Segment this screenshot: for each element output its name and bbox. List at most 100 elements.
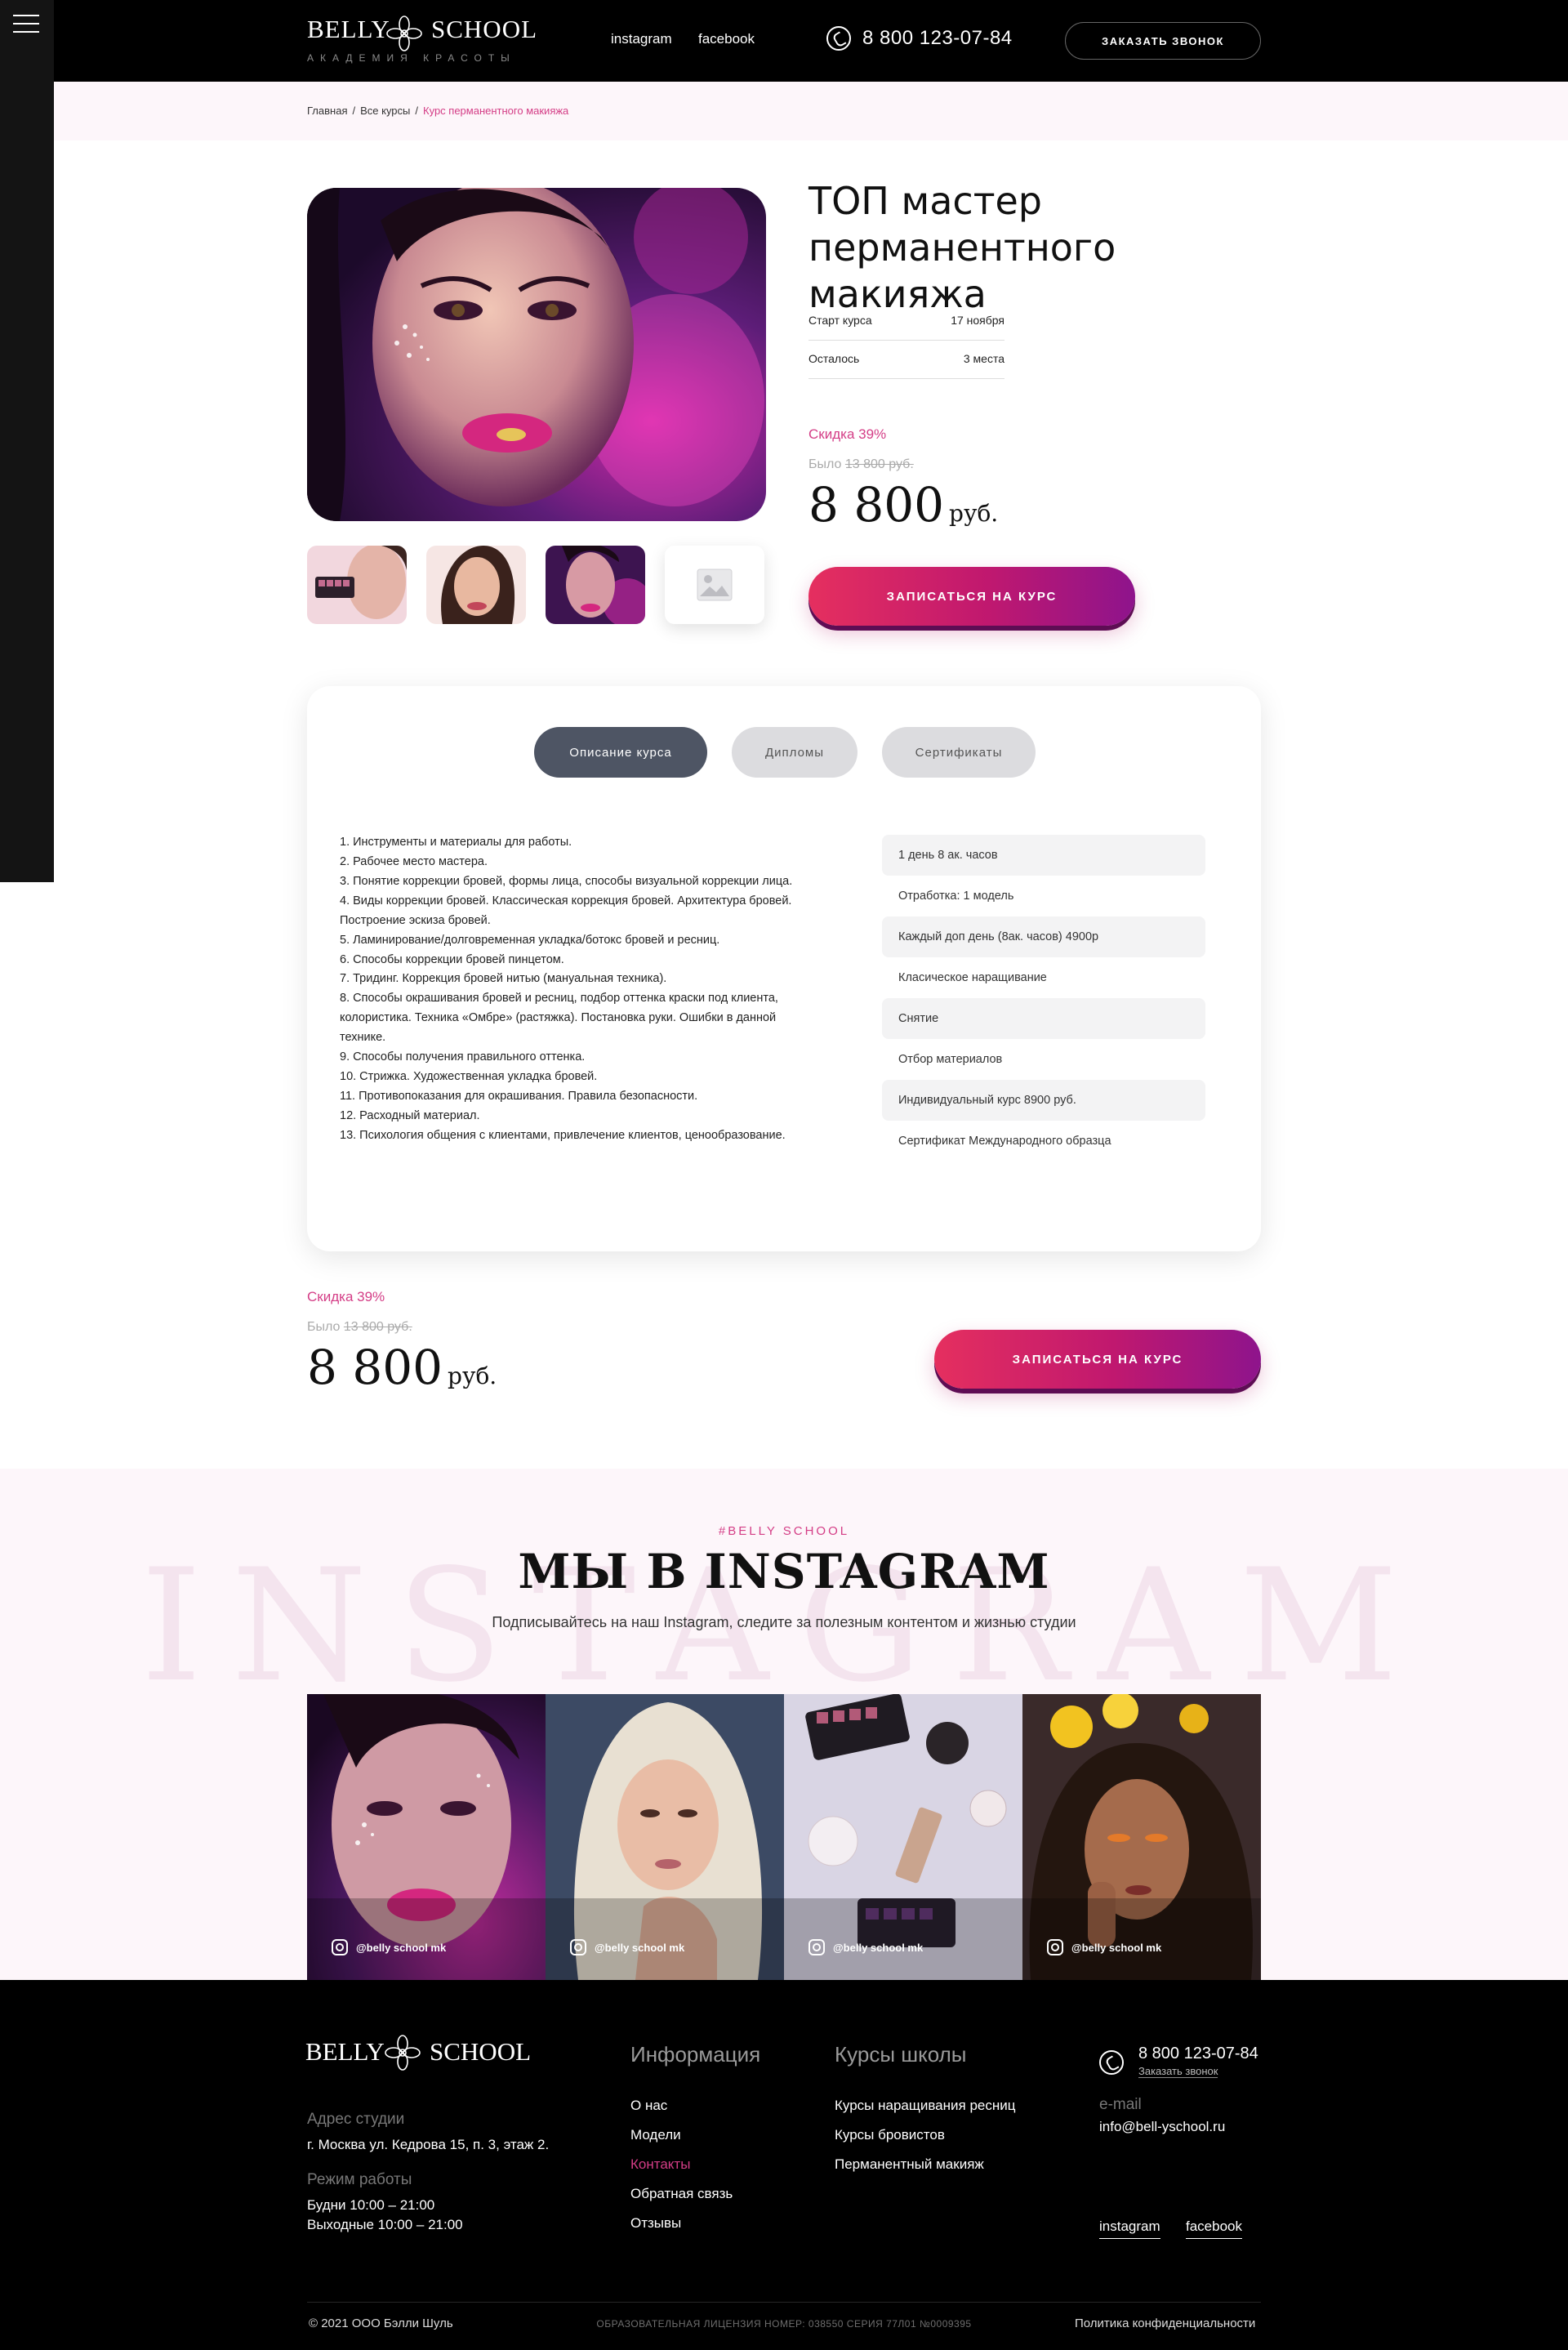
logo[interactable]: BELLY SCHOOL АКАДЕМИЯ КРАСОТЫ	[307, 15, 544, 67]
footer-link-reviews[interactable]: Отзывы	[630, 2215, 681, 2232]
hours-label: Режим работы	[307, 2171, 412, 2188]
enroll-button[interactable]: ЗАПИСАТЬСЯ НА КУРС	[808, 567, 1135, 626]
price-value: 8 800	[307, 1340, 443, 1395]
tab-certificates[interactable]: Сертификаты	[882, 727, 1036, 778]
tab-description[interactable]: Описание курса	[534, 727, 707, 778]
discount-label: Скидка 39%	[307, 1289, 385, 1304]
logo-subtitle: АКАДЕМИЯ КРАСОТЫ	[307, 52, 516, 64]
instagram-handle: @belly school mk	[356, 1941, 447, 1954]
instagram-icon	[808, 1939, 825, 1955]
price-block: Скидка 39% Было 13 800 руб. 8 800 руб.	[808, 426, 998, 533]
logo-flower-icon	[385, 2035, 421, 2071]
old-price-label: Было	[808, 457, 842, 471]
feature-row: Отбор материалов	[898, 1053, 1003, 1066]
breadcrumb-home[interactable]: Главная	[307, 105, 347, 117]
description-item: 2. Рабочее место мастера.	[340, 854, 488, 868]
breadcrumb-current: Курс перманентного макияжа	[423, 105, 569, 117]
breadcrumb-bar	[0, 82, 1568, 140]
course-features-list: 1 день 8 ак. часов Отработка: 1 модель К…	[882, 835, 1205, 1162]
instagram-subtitle: Подписывайтесь на наш Instagram, следите…	[492, 1614, 1076, 1630]
footer-link-brow-courses[interactable]: Курсы бровистов	[835, 2127, 945, 2143]
instagram-post[interactable]: @belly school mk	[546, 1694, 784, 1980]
current-price: 8 800 руб.	[307, 1340, 497, 1395]
footer-email[interactable]: info@bell-yschool.ru	[1099, 2119, 1225, 2135]
email-label: e-mail	[1099, 2096, 1142, 2113]
old-price-label: Было	[307, 1320, 341, 1334]
tab-diplomas[interactable]: Дипломы	[732, 727, 858, 778]
phone-icon	[1099, 2050, 1124, 2075]
instagram-post[interactable]: @belly school mk	[307, 1694, 546, 1980]
site-footer	[0, 1980, 1568, 2350]
instagram-icon	[1047, 1939, 1063, 1955]
feature-row: Сертификат Международного образца	[898, 1135, 1111, 1148]
order-call-button[interactable]: ЗАКАЗАТЬ ЗВОНОК	[1065, 22, 1261, 60]
seats-left-row: Осталось 3 места	[808, 341, 1004, 379]
price-value: 8 800	[808, 477, 945, 533]
footer-logo-word-left: BELLY	[305, 2037, 385, 2066]
footer-courses-heading: Курсы школы	[835, 2042, 967, 2067]
course-start-row: Старт курса 17 ноября	[808, 302, 1004, 341]
footer-link-contacts[interactable]: Контакты	[630, 2156, 690, 2173]
instagram-post[interactable]: @belly school mk	[784, 1694, 1022, 1980]
hours-weekends: Выходные 10:00 – 21:00	[307, 2217, 463, 2232]
instagram-title: МЫ В INSTAGRAM	[518, 1544, 1050, 1599]
description-item: 13. Психология общения с клиентами, прив…	[340, 1128, 786, 1142]
feature-row: Отработка: 1 модель	[898, 890, 1014, 903]
course-info-table: Старт курса 17 ноября Осталось 3 места	[808, 302, 1004, 379]
description-item: 12. Расходный материал.	[340, 1108, 480, 1122]
description-item: 6. Способы коррекции бровей пинцетом.	[340, 952, 564, 966]
footer-order-call-link[interactable]: Заказать звонок	[1138, 2065, 1218, 2078]
description-item: 11. Противопоказания для окрашивания. Пр…	[340, 1089, 698, 1103]
course-description: 1. Инструменты и материалы для работы. 2…	[340, 833, 813, 1146]
course-details-card: Описание курса Дипломы Сертификаты 1. Ин…	[307, 686, 1261, 1251]
footer-instagram-link[interactable]: instagram	[1099, 2218, 1160, 2239]
privacy-policy-link[interactable]: Политика конфиденциальности	[1075, 2317, 1255, 2330]
breadcrumb-courses[interactable]: Все курсы	[360, 105, 410, 117]
breadcrumb: Главная / Все курсы / Курс перманентного…	[307, 105, 568, 117]
instagram-handle: @belly school mk	[1071, 1941, 1162, 1954]
site-header: BELLY SCHOOL АКАДЕМИЯ КРАСОТЫ instagram …	[0, 0, 1568, 82]
phone-icon	[826, 26, 851, 51]
footer-link-models[interactable]: Модели	[630, 2127, 681, 2143]
description-item: 8. Способы окрашивания бровей и ресниц, …	[340, 992, 778, 1045]
breadcrumb-separator: /	[352, 105, 356, 117]
footer-phone[interactable]: 8 800 123-07-84	[1138, 2042, 1258, 2066]
footer-divider	[307, 2302, 1261, 2303]
price-currency: руб.	[949, 500, 999, 527]
price-currency: руб.	[448, 1362, 497, 1389]
discount-label: Скидка 39%	[808, 426, 887, 442]
current-price: 8 800 руб.	[808, 477, 998, 533]
hours-weekdays: Будни 10:00 – 21:00	[307, 2197, 435, 2213]
footer-link-eyelash-courses[interactable]: Курсы наращивания ресниц	[835, 2098, 1015, 2114]
old-price-value: 13 800 руб.	[343, 1320, 412, 1334]
instagram-post[interactable]: @belly school mk	[1022, 1694, 1261, 1980]
instagram-caption: @belly school mk	[570, 1939, 684, 1955]
description-item: 7. Тридинг. Коррекция бровей нитью (ману…	[340, 972, 667, 986]
info-value: 3 места	[963, 352, 1004, 365]
side-menu	[0, 0, 54, 882]
header-phone[interactable]: 8 800 123-07-84	[826, 26, 1013, 51]
product-thumbnail[interactable]	[546, 546, 645, 624]
product-thumbnail-placeholder[interactable]	[665, 546, 764, 624]
logo-flower-icon	[386, 16, 422, 51]
footer-link-permanent-makeup[interactable]: Перманентный макияж	[835, 2156, 984, 2173]
header-facebook-link[interactable]: facebook	[698, 31, 755, 47]
instagram-handle: @belly school mk	[833, 1941, 924, 1954]
feature-row: Снятие	[882, 998, 1205, 1039]
info-label: Осталось	[808, 352, 860, 365]
license-info: ОБРАЗОВАТЕЛЬНАЯ ЛИЦЕНЗИЯ НОМЕР: 038550 С…	[596, 2318, 972, 2330]
footer-info-heading: Информация	[630, 2042, 761, 2067]
enroll-button-bottom[interactable]: ЗАПИСАТЬСЯ НА КУРС	[934, 1330, 1261, 1389]
header-instagram-link[interactable]: instagram	[611, 31, 672, 47]
description-item: 4. Виды коррекции бровей. Классическая к…	[340, 894, 792, 927]
product-thumbnail[interactable]	[426, 546, 526, 624]
hamburger-icon[interactable]	[13, 15, 39, 36]
footer-link-about[interactable]: О нас	[630, 2098, 667, 2114]
feature-row: Класическое наращивание	[898, 971, 1047, 984]
feature-row: Каждый доп день (8ак. часов) 4900р	[882, 916, 1205, 957]
breadcrumb-separator: /	[415, 105, 419, 117]
description-item: 10. Стрижка. Художественная укладка бров…	[340, 1070, 598, 1084]
footer-link-feedback[interactable]: Обратная связь	[630, 2186, 733, 2202]
product-thumbnail[interactable]	[307, 546, 407, 624]
footer-facebook-link[interactable]: facebook	[1186, 2218, 1242, 2239]
